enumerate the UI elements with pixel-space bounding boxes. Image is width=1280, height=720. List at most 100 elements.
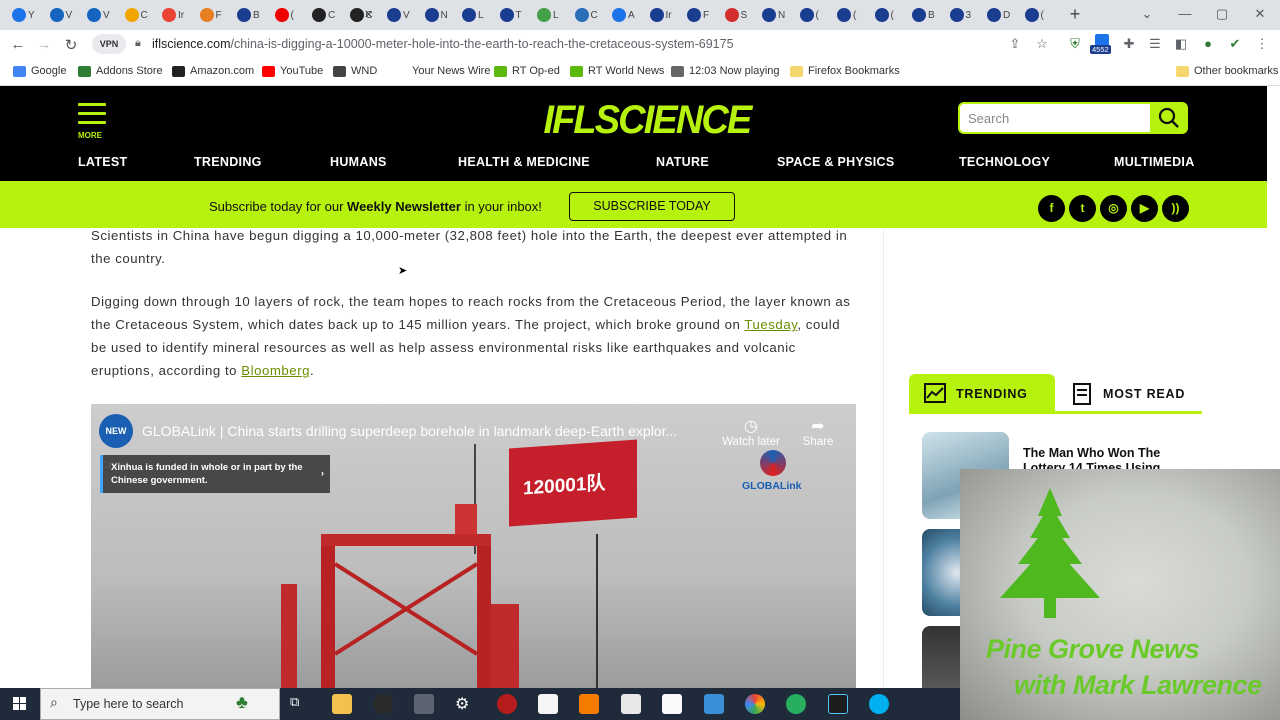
facebook-icon[interactable]: f bbox=[1038, 195, 1065, 222]
channel-logo-icon[interactable]: NEW CHINA bbox=[99, 414, 133, 470]
shield-extension-icon[interactable]: ⛨ bbox=[1066, 36, 1084, 52]
search-button[interactable] bbox=[1150, 102, 1188, 134]
browser-tab[interactable]: C bbox=[124, 5, 155, 25]
nav-item[interactable]: LATEST bbox=[78, 155, 127, 169]
browser-tab[interactable]: V bbox=[387, 5, 417, 25]
tab-most-read[interactable]: MOST READ bbox=[1103, 387, 1185, 401]
reload-icon[interactable]: ↻ bbox=[62, 36, 80, 54]
close-tab-icon[interactable]: ✕ bbox=[364, 8, 373, 21]
browser-tab[interactable]: C bbox=[574, 5, 605, 25]
settings-gear-icon[interactable]: ⚙ bbox=[455, 694, 475, 714]
bookmark-item[interactable]: Firefox Bookmarks bbox=[790, 65, 900, 77]
bookmark-item[interactable]: YouTube bbox=[262, 65, 323, 77]
minimize-icon[interactable]: — bbox=[1175, 6, 1195, 21]
site-logo[interactable]: IFLSCIENCE bbox=[543, 98, 752, 143]
browser-menu-icon[interactable]: ⋮ bbox=[1253, 36, 1271, 52]
bookmark-item[interactable]: Google bbox=[13, 65, 66, 77]
browser-tab[interactable]: B bbox=[237, 5, 267, 25]
address-bar[interactable]: iflscience.com/china-is-digging-a-10000-… bbox=[152, 37, 734, 51]
video-title[interactable]: GLOBALink | China starts drilling superd… bbox=[142, 423, 677, 439]
windows-start-icon[interactable] bbox=[0, 688, 40, 720]
bookmark-item[interactable]: RT Op-ed bbox=[494, 65, 560, 77]
watch-later-button[interactable]: ◷ Watch later bbox=[718, 416, 784, 448]
adblock-extension-icon[interactable]: 4552 bbox=[1090, 34, 1114, 56]
browser-tab[interactable]: B bbox=[912, 5, 942, 25]
vpn-badge[interactable]: VPN bbox=[92, 34, 126, 54]
nav-item[interactable]: HEALTH & MEDICINE bbox=[458, 155, 590, 169]
task-view-icon[interactable]: ⧉ bbox=[290, 694, 310, 714]
other-bookmarks[interactable]: Other bookmarks bbox=[1176, 65, 1278, 77]
rss-icon[interactable]: )) bbox=[1162, 195, 1189, 222]
bookmark-item[interactable]: RT World News bbox=[570, 65, 664, 77]
browser-tab[interactable]: D bbox=[987, 5, 1017, 25]
browser-tab[interactable]: ( bbox=[274, 5, 305, 25]
bookmark-item[interactable]: Addons Store bbox=[78, 65, 163, 77]
taskbar-app-icon-6[interactable] bbox=[662, 694, 682, 714]
file-explorer-icon[interactable] bbox=[332, 694, 352, 714]
taskbar-app-icon-7[interactable] bbox=[704, 694, 724, 714]
menu-hamburger-icon[interactable] bbox=[78, 103, 106, 130]
maximize-icon[interactable]: ▢ bbox=[1212, 6, 1232, 22]
new-tab-button[interactable]: + bbox=[1066, 5, 1084, 23]
browser-tab[interactable]: V bbox=[49, 5, 80, 25]
share-page-icon[interactable]: ⇪ bbox=[1006, 36, 1024, 52]
bookmark-star-icon[interactable]: ☆ bbox=[1033, 36, 1051, 52]
taskbar-app-icon-9[interactable] bbox=[828, 694, 848, 714]
browser-tab[interactable]: A bbox=[612, 5, 642, 25]
browser-tab[interactable]: T bbox=[499, 5, 530, 25]
browser-tab[interactable]: Ir bbox=[162, 5, 192, 25]
taskbar-app-icon-1[interactable] bbox=[373, 694, 393, 714]
browser-tab[interactable]: L bbox=[462, 5, 492, 25]
browser-tab[interactable]: S bbox=[724, 5, 755, 25]
share-button[interactable]: ➦ Share bbox=[796, 416, 840, 448]
bookmark-item[interactable]: WND bbox=[333, 65, 377, 77]
browser-tab[interactable]: ( bbox=[1024, 5, 1055, 25]
taskbar-app-icon-3[interactable] bbox=[497, 694, 517, 714]
browser-tab[interactable]: Ir bbox=[649, 5, 680, 25]
nav-item[interactable]: HUMANS bbox=[330, 155, 387, 169]
subscribe-button[interactable]: SUBSCRIBE TODAY bbox=[569, 192, 735, 221]
browser-tab[interactable]: 3 bbox=[949, 5, 980, 25]
nav-item[interactable]: TRENDING bbox=[194, 155, 262, 169]
browser-tab[interactable]: F bbox=[199, 5, 230, 25]
search-input[interactable]: Search bbox=[958, 102, 1151, 134]
tuesday-link[interactable]: Tuesday bbox=[744, 317, 797, 332]
browser-tab[interactable]: Y bbox=[12, 5, 42, 25]
bloomberg-link[interactable]: Bloomberg bbox=[241, 363, 310, 378]
browser-tab[interactable]: ( bbox=[837, 5, 867, 25]
browser-tab[interactable]: V bbox=[87, 5, 117, 25]
nav-item[interactable]: SPACE & PHYSICS bbox=[777, 155, 895, 169]
browser-tab[interactable]: N bbox=[762, 5, 792, 25]
reading-list-icon[interactable]: ☰ bbox=[1146, 36, 1164, 52]
notepad-icon[interactable] bbox=[538, 694, 558, 714]
taskbar-app-icon-2[interactable] bbox=[414, 694, 434, 714]
instagram-icon[interactable]: ◎ bbox=[1100, 195, 1127, 222]
bookmark-item[interactable]: Amazon.com bbox=[172, 65, 254, 77]
browser-tab[interactable]: N bbox=[424, 5, 455, 25]
back-icon[interactable]: ← bbox=[9, 36, 27, 53]
nav-item[interactable]: NATURE bbox=[656, 155, 709, 169]
profile-icon[interactable]: ● bbox=[1199, 36, 1217, 51]
browser-tab[interactable]: F bbox=[687, 5, 717, 25]
bookmark-item[interactable]: 12:03 Now playing bbox=[671, 65, 780, 77]
taskbar-app-icon-5[interactable] bbox=[621, 694, 641, 714]
skype-icon[interactable] bbox=[869, 694, 889, 714]
nav-item[interactable]: TECHNOLOGY bbox=[959, 155, 1050, 169]
browser-tab[interactable]: C bbox=[312, 5, 342, 25]
lock-icon[interactable]: 🔒︎ bbox=[135, 37, 141, 50]
taskbar-app-icon-8[interactable] bbox=[786, 694, 806, 714]
puzzle-extensions-icon[interactable]: ✚ bbox=[1120, 36, 1138, 52]
side-panel-icon[interactable]: ◧ bbox=[1172, 36, 1190, 52]
twitter-icon[interactable]: t bbox=[1069, 195, 1096, 222]
taskbar-app-icon-4[interactable] bbox=[579, 694, 599, 714]
funding-notice[interactable]: Xinhua is funded in whole or in part by … bbox=[100, 455, 330, 493]
nav-item[interactable]: MULTIMEDIA bbox=[1114, 155, 1195, 169]
chrome-icon[interactable] bbox=[745, 694, 765, 714]
security-check-icon[interactable]: ✔ bbox=[1226, 36, 1244, 52]
browser-tab[interactable]: L bbox=[537, 5, 567, 25]
forward-icon[interactable]: → bbox=[35, 36, 53, 53]
close-window-icon[interactable]: ✕ bbox=[1250, 6, 1270, 22]
more-label[interactable]: MORE bbox=[78, 131, 102, 140]
browser-tab[interactable]: ( bbox=[799, 5, 830, 25]
browser-tab[interactable]: ( bbox=[874, 5, 905, 25]
